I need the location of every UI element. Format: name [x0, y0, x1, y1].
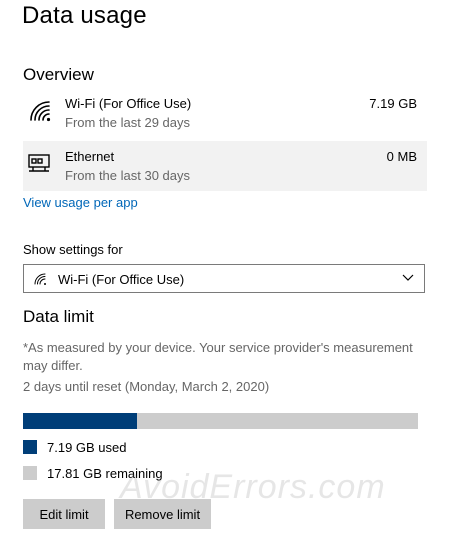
data-limit-heading: Data limit: [23, 307, 94, 326]
chevron-down-icon: [402, 274, 414, 281]
ethernet-icon: [28, 154, 50, 172]
usage-progress-bar: [23, 413, 418, 429]
measurement-note: *As measured by your device. Your servic…: [23, 340, 413, 373]
network-select-dropdown[interactable]: Wi-Fi (For Office Use): [23, 264, 425, 293]
network-name: Ethernet: [65, 149, 115, 164]
page-title: Data usage: [22, 2, 147, 29]
used-legend-swatch: [23, 440, 37, 454]
remove-limit-button[interactable]: Remove limit: [114, 499, 211, 529]
reset-info: 2 days until reset (Monday, March 2, 202…: [23, 379, 270, 394]
network-row-wifi[interactable]: Wi-Fi (For Office Use) From the last 29 …: [23, 88, 427, 138]
network-row-ethernet[interactable]: Ethernet From the last 30 days 0 MB: [23, 141, 427, 191]
remaining-legend-label: 17.81 GB remaining: [47, 466, 163, 481]
wifi-icon: [34, 273, 46, 285]
network-usage-amount: 7.19 GB: [369, 96, 417, 111]
edit-limit-button[interactable]: Edit limit: [23, 499, 105, 529]
show-settings-label: Show settings for: [23, 242, 123, 257]
wifi-icon: [30, 101, 51, 122]
used-legend-label: 7.19 GB used: [47, 440, 127, 455]
overview-heading: Overview: [23, 65, 94, 84]
usage-progress-fill: [23, 413, 137, 429]
network-period: From the last 29 days: [65, 115, 190, 130]
remaining-legend-swatch: [23, 466, 37, 480]
network-period: From the last 30 days: [65, 168, 190, 183]
network-name: Wi-Fi (For Office Use): [65, 96, 192, 111]
view-usage-per-app-link[interactable]: View usage per app: [23, 195, 138, 210]
network-select-value: Wi-Fi (For Office Use): [58, 272, 185, 287]
network-usage-amount: 0 MB: [386, 149, 417, 164]
